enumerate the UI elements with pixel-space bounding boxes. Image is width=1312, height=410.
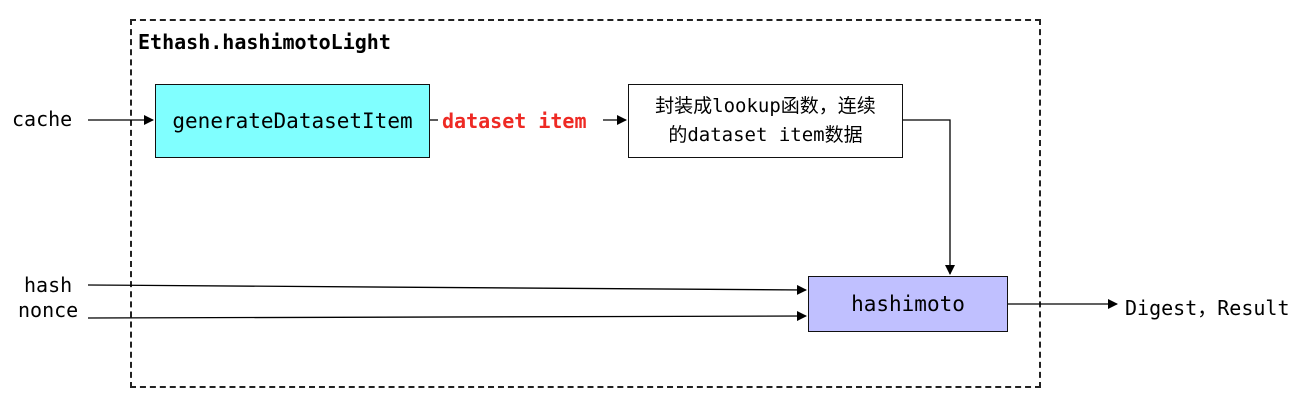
- diagram-canvas: Ethash.hashimotoLight cache hash nonce g…: [0, 0, 1312, 410]
- input-nonce-label: nonce: [18, 298, 79, 322]
- lookup-label-line-2: 的dataset item数据: [668, 124, 863, 146]
- arrow-lookup-to-hashimoto: [903, 119, 955, 275]
- hashimoto-label: hashimoto: [851, 292, 965, 316]
- hashimoto-node: hashimoto: [808, 276, 1008, 332]
- output-label: Digest，Result: [1125, 296, 1290, 320]
- arrow-nonce-to-hashimoto: [87, 311, 807, 322]
- generate-dataset-item-node: generateDatasetItem: [155, 84, 430, 158]
- lookup-label-line-1: 封装成lookup函数，连续: [655, 95, 876, 117]
- connector-layer: [87, 115, 1118, 322]
- lookup-function-node: 封装成lookup函数，连续 的dataset item数据: [628, 84, 903, 158]
- generate-dataset-item-label: generateDatasetItem: [172, 109, 413, 133]
- input-cache-label: cache: [12, 107, 73, 131]
- dataset-item-edge-label: dataset item: [442, 109, 587, 133]
- arrow-hash-to-hashimoto: [87, 284, 807, 295]
- input-hash-label: hash: [24, 273, 73, 297]
